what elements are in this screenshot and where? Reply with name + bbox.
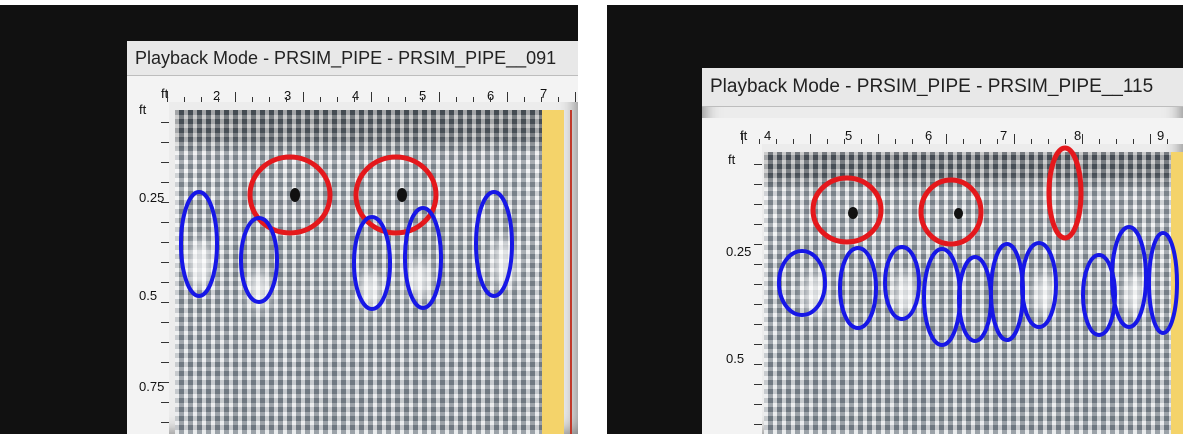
blue-ellipse: [1081, 253, 1117, 337]
blue-ellipse: [1147, 231, 1179, 335]
blue-ellipse: [352, 215, 392, 311]
photo-right: Playback Mode - PRSIM_PIPE - PRSIM_PIPE_…: [607, 5, 1183, 434]
annotations-right: [777, 145, 1179, 347]
blue-ellipse: [957, 255, 993, 343]
red-circle: [918, 177, 984, 247]
blue-ellipse: [838, 246, 878, 330]
blue-ellipse: [883, 245, 921, 321]
blue-ellipse: [777, 249, 827, 317]
blue-ellipse: [179, 190, 219, 298]
blue-ellipse: [1110, 225, 1148, 329]
blue-ellipse: [239, 216, 279, 304]
blue-ellipse: [989, 242, 1025, 342]
blue-ellipse: [1020, 241, 1058, 329]
red-circle: [247, 154, 333, 236]
annotations-left: [179, 154, 514, 311]
blue-ellipse: [474, 190, 514, 298]
red-circle: [353, 154, 439, 236]
blue-ellipse: [922, 247, 962, 347]
red-circle: [1046, 145, 1084, 241]
photo-left: Playback Mode - PRSIM_PIPE - PRSIM_PIPE_…: [0, 5, 578, 434]
red-circle: [810, 175, 884, 245]
